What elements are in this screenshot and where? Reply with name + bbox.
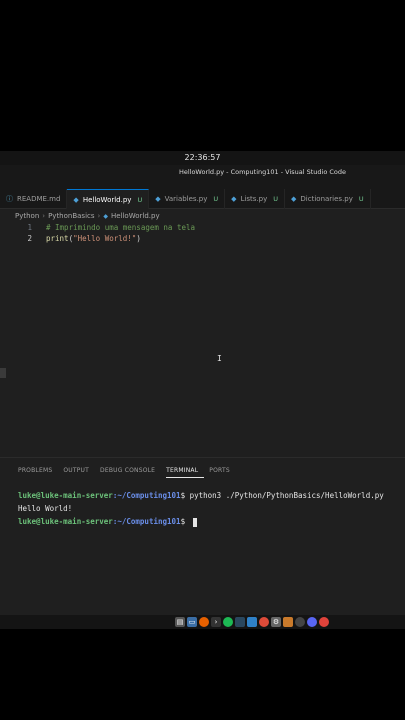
prompt-path: :~/Computing101 xyxy=(112,491,181,500)
panel-tabs: PROBLEMS OUTPUT DEBUG CONSOLE TERMINAL P… xyxy=(18,467,241,478)
taskbar-tray: ▤ ▭ › ⚙ xyxy=(175,617,329,627)
prompt-user: luke@luke-main-server xyxy=(18,491,113,500)
terminal-command: python3 ./Python/PythonBasics/HelloWorld… xyxy=(189,491,384,500)
chevron-right-icon: › xyxy=(42,212,46,220)
code-statement: print("Hello World!") xyxy=(46,233,141,244)
discord-icon[interactable] xyxy=(307,617,317,627)
untracked-badge: U xyxy=(358,195,364,203)
screen: 22:36:57 HelloWorld.py - Computing101 - … xyxy=(0,151,405,629)
code-paren-close: ) xyxy=(136,234,141,243)
title-bar: HelloWorld.py - Computing101 - Visual St… xyxy=(0,165,405,180)
prompt-symbol: $ xyxy=(180,491,190,500)
python-icon: ◆ xyxy=(231,195,237,203)
document-icon[interactable] xyxy=(247,617,257,627)
taskbar: ▤ ▭ › ⚙ xyxy=(0,615,405,629)
tab-problems[interactable]: PROBLEMS xyxy=(18,467,58,478)
code-editor[interactable]: 1 # Imprimindo uma mensagem na tela 2 pr… xyxy=(0,222,405,456)
terminal-cursor xyxy=(192,517,197,527)
line-number: 1 xyxy=(27,223,32,232)
bottom-panel: PROBLEMS OUTPUT DEBUG CONSOLE TERMINAL P… xyxy=(0,457,405,615)
python-icon: ◆ xyxy=(73,195,79,204)
code-line: 1 # Imprimindo uma mensagem na tela xyxy=(0,222,405,233)
tab-variables[interactable]: ◆ Variables.py U xyxy=(149,189,226,209)
breadcrumb: Python › PythonBasics › ◆ HelloWorld.py xyxy=(15,210,160,222)
clock: 22:36:57 xyxy=(184,153,221,162)
tab-helloworld[interactable]: ◆ HelloWorld.py U xyxy=(67,189,150,209)
files-icon[interactable]: ▤ xyxy=(175,617,185,627)
editor-tabs: ⓘ README.md ◆ HelloWorld.py U ◆ Variable… xyxy=(0,189,405,209)
steam-icon[interactable] xyxy=(235,617,245,627)
window-title: HelloWorld.py - Computing101 - Visual St… xyxy=(178,168,347,176)
tab-dictionaries[interactable]: ◆ Dictionaries.py U xyxy=(285,189,371,209)
breadcrumb-folder[interactable]: PythonBasics xyxy=(48,212,94,220)
gpu-icon[interactable] xyxy=(295,617,305,627)
prompt-path: :~/Computing101 xyxy=(112,517,181,526)
tab-label: Dictionaries.py xyxy=(300,195,353,203)
game-icon[interactable] xyxy=(283,617,293,627)
code-line: 2 print("Hello World!") xyxy=(0,233,405,244)
tab-label: Lists.py xyxy=(240,195,268,203)
tab-label: HelloWorld.py xyxy=(82,195,132,204)
tab-lists[interactable]: ◆ Lists.py U xyxy=(225,189,286,209)
breadcrumb-root[interactable]: Python xyxy=(15,212,39,220)
tab-ports[interactable]: PORTS xyxy=(209,467,236,478)
chevron-right-icon: › xyxy=(97,212,101,220)
spotify-icon[interactable] xyxy=(223,617,233,627)
python-icon: ◆ xyxy=(291,195,297,203)
terminal[interactable]: luke@luke-main-server:~/Computing101$ py… xyxy=(18,490,384,529)
tab-label: Variables.py xyxy=(164,195,208,203)
terminal-line: luke@luke-main-server:~/Computing101$ xyxy=(18,516,384,527)
untracked-badge: U xyxy=(213,195,219,203)
top-clock-bar: 22:36:57 xyxy=(0,151,405,165)
browser-icon[interactable] xyxy=(319,617,329,627)
python-icon: ◆ xyxy=(155,195,161,203)
line-number: 2 xyxy=(27,234,32,243)
tab-terminal[interactable]: TERMINAL xyxy=(166,467,205,478)
code-string: "Hello World!" xyxy=(73,234,137,243)
tab-readme[interactable]: ⓘ README.md xyxy=(0,189,68,209)
mouse-ibeam-cursor: I xyxy=(217,354,222,363)
python-icon: ◆ xyxy=(103,212,108,220)
untracked-badge: U xyxy=(137,195,143,204)
window-icon[interactable]: ▭ xyxy=(187,617,197,627)
chrome-icon[interactable] xyxy=(259,617,269,627)
info-icon: ⓘ xyxy=(6,195,13,203)
settings-icon[interactable]: ⚙ xyxy=(271,617,281,627)
breadcrumb-file[interactable]: HelloWorld.py xyxy=(111,212,160,220)
code-function: print xyxy=(46,234,69,243)
tab-output[interactable]: OUTPUT xyxy=(63,467,95,478)
code-comment: # Imprimindo uma mensagem na tela xyxy=(46,223,196,232)
tab-debug-console[interactable]: DEBUG CONSOLE xyxy=(100,467,161,478)
tab-label: README.md xyxy=(17,195,61,203)
scroll-marker xyxy=(0,368,6,378)
firefox-icon[interactable] xyxy=(199,617,209,627)
terminal-output: Hello World! xyxy=(18,504,73,513)
prompt-user: luke@luke-main-server xyxy=(18,517,113,526)
untracked-badge: U xyxy=(273,195,279,203)
terminal-line: luke@luke-main-server:~/Computing101$ py… xyxy=(18,490,384,501)
terminal-icon[interactable]: › xyxy=(211,617,221,627)
prompt-symbol: $ xyxy=(180,517,190,526)
